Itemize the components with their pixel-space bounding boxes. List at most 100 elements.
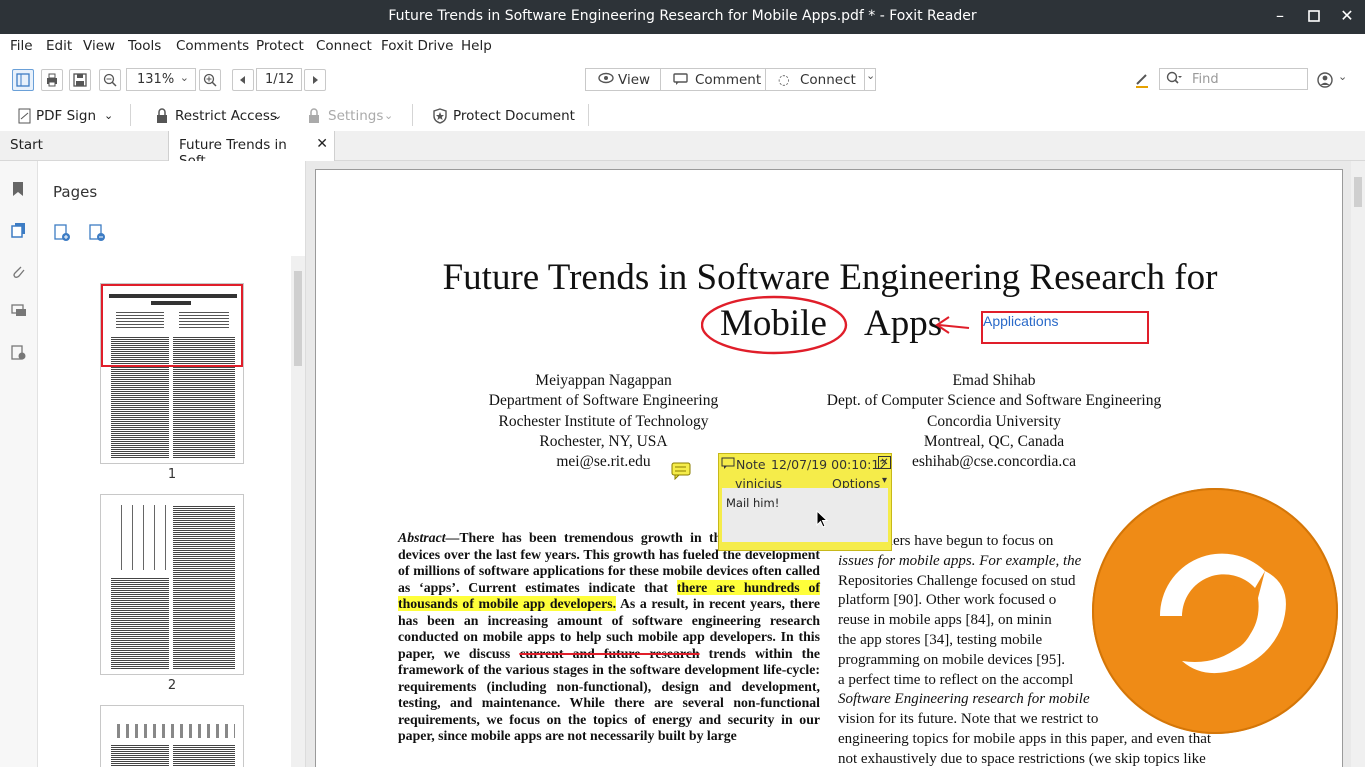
comment-icon xyxy=(673,73,688,89)
menu-foxit-drive[interactable]: Foxit Drive xyxy=(381,38,453,54)
shield-icon xyxy=(433,108,447,128)
author-block-1: Meiyappan Nagappan Department of Softwar… xyxy=(466,371,741,472)
chevron-down-icon[interactable]: ⌄ xyxy=(273,109,282,122)
connect-mode-label: Connect xyxy=(800,72,856,88)
author-name: Emad Shihab xyxy=(952,372,1036,389)
tab-document[interactable]: Future Trends in Soft... ✕ xyxy=(168,131,335,169)
print-icon[interactable] xyxy=(41,69,63,91)
view-mode-button[interactable]: View xyxy=(585,68,661,91)
protect-ribbon: PDF Sign ⌄ Restrict Access ⌄ Settings ⌄ … xyxy=(0,98,1365,134)
ribbon-divider xyxy=(588,104,589,126)
paper-title-line1: Future Trends in Software Engineering Re… xyxy=(442,257,1218,298)
page-thumbnail[interactable] xyxy=(100,705,244,767)
maximize-icon[interactable] xyxy=(1304,6,1324,26)
mouse-cursor xyxy=(816,509,829,532)
zoom-value: 131% xyxy=(137,72,175,87)
author-email: mei@se.rit.edu xyxy=(556,453,651,471)
author-location: Montreal, QC, Canada xyxy=(923,432,1065,450)
close-tab-icon[interactable]: ✕ xyxy=(316,136,328,152)
menu-file[interactable]: File xyxy=(10,38,33,54)
document-scrollbar[interactable] xyxy=(1351,161,1365,767)
connect-icon: ◌ xyxy=(778,72,790,88)
zoom-select[interactable]: 131% ⌄ xyxy=(126,68,196,91)
security-panel-icon[interactable] xyxy=(11,345,27,361)
toolbar: 131% ⌄ 1/12 View Comment ◌ Connect ⌄ Fin… xyxy=(0,60,1365,98)
ellipse-annotation[interactable] xyxy=(701,295,981,365)
scroll-thumb[interactable] xyxy=(294,271,302,366)
author-location: Rochester, NY, USA xyxy=(539,432,668,450)
comment-mode-label: Comment xyxy=(695,72,762,88)
highlight-tool-icon[interactable] xyxy=(1131,69,1153,91)
connect-mode-button[interactable]: ◌ Connect xyxy=(765,68,865,91)
zoom-out-icon[interactable] xyxy=(99,69,121,91)
pdf-sign-button[interactable]: PDF Sign xyxy=(36,108,96,124)
zoom-in-icon[interactable] xyxy=(199,69,221,91)
tab-start[interactable]: Start xyxy=(0,131,169,161)
insert-page-icon[interactable] xyxy=(53,224,71,246)
comments-panel-icon[interactable] xyxy=(11,303,27,319)
menu-bar: File Edit View Tools Comments Protect Co… xyxy=(0,34,1365,60)
viewport-box[interactable] xyxy=(101,284,243,367)
note-icon xyxy=(721,457,735,473)
window-title: Future Trends in Software Engineering Re… xyxy=(388,8,977,24)
pages-icon[interactable] xyxy=(11,222,27,238)
thumbnail-label: 1 xyxy=(167,467,177,482)
note-title: Note xyxy=(736,457,766,472)
document-tabs: Start Future Trends in Soft... ✕ xyxy=(0,131,1365,169)
pdf-sign-icon xyxy=(18,108,32,128)
title-bar: Future Trends in Software Engineering Re… xyxy=(0,0,1365,34)
find-input[interactable]: Find xyxy=(1159,68,1308,90)
settings-button[interactable]: Settings xyxy=(328,108,383,124)
note-annotation-icon[interactable] xyxy=(671,462,693,484)
menu-protect[interactable]: Protect xyxy=(256,38,304,54)
menu-tools[interactable]: Tools xyxy=(128,38,161,54)
restrict-access-button[interactable]: Restrict Access xyxy=(175,108,277,124)
annotation-text: Applications xyxy=(983,313,1059,329)
close-icon[interactable]: ✕ xyxy=(1337,6,1357,26)
attachment-icon[interactable] xyxy=(11,263,27,279)
sidebar-toggle-icon[interactable] xyxy=(12,69,34,91)
user-account-icon[interactable] xyxy=(1314,69,1336,91)
chevron-down-icon[interactable]: ⌄ xyxy=(384,109,393,122)
comment-mode-button[interactable]: Comment xyxy=(660,68,766,91)
page-thumbnail[interactable] xyxy=(100,494,244,675)
thumbnail-label: 2 xyxy=(167,678,177,693)
menu-connect[interactable]: Connect xyxy=(316,38,372,54)
menu-comments[interactable]: Comments xyxy=(176,38,249,54)
save-icon[interactable] xyxy=(69,69,91,91)
chevron-down-icon[interactable]: ⌄ xyxy=(104,109,113,122)
delete-page-icon[interactable] xyxy=(88,224,106,246)
strikeout-annotation[interactable]: current and future research xyxy=(519,646,699,661)
pages-panel-title: Pages xyxy=(53,183,98,201)
abstract-label: Abstract xyxy=(398,530,446,545)
scroll-thumb[interactable] xyxy=(1354,177,1362,207)
search-icon xyxy=(1166,71,1182,89)
prev-page-icon[interactable] xyxy=(232,69,254,91)
close-note-icon[interactable]: ✕ xyxy=(878,456,891,469)
note-body[interactable]: Mail him! xyxy=(722,488,888,542)
chevron-down-icon: ⌄ xyxy=(866,69,876,82)
textbox-annotation[interactable]: Applications xyxy=(981,311,1149,344)
protect-document-button[interactable]: Protect Document xyxy=(453,108,575,124)
page-thumbnail[interactable] xyxy=(100,283,244,464)
chevron-down-icon[interactable]: ▾ xyxy=(882,475,887,486)
menu-edit[interactable]: Edit xyxy=(46,38,72,54)
navigation-rail xyxy=(0,161,38,767)
author-dept: Dept. of Computer Science and Software E… xyxy=(826,392,1162,410)
author-dept: Department of Software Engineering xyxy=(488,392,719,410)
menu-view[interactable]: View xyxy=(83,38,115,54)
settings-lock-icon xyxy=(307,108,321,128)
bookmark-icon[interactable] xyxy=(11,181,27,197)
chevron-down-icon[interactable]: ⌄ xyxy=(1338,70,1347,83)
minimize-icon[interactable]: – xyxy=(1270,6,1290,26)
mode-dropdown-button[interactable]: ⌄ xyxy=(864,68,876,91)
author-institution: Concordia University xyxy=(927,412,1061,430)
page-number-input[interactable]: 1/12 xyxy=(256,68,302,91)
pages-scrollbar[interactable] xyxy=(291,256,305,767)
note-popup[interactable]: Note 12/07/19 00:10:12 ✕ vinicius Option… xyxy=(718,453,892,551)
author-name: Meiyappan Nagappan xyxy=(535,372,672,389)
ribbon-divider xyxy=(412,104,413,126)
menu-help[interactable]: Help xyxy=(461,38,492,54)
next-page-icon[interactable] xyxy=(304,69,326,91)
note-date: 12/07/19 00:10:12 xyxy=(771,457,888,472)
